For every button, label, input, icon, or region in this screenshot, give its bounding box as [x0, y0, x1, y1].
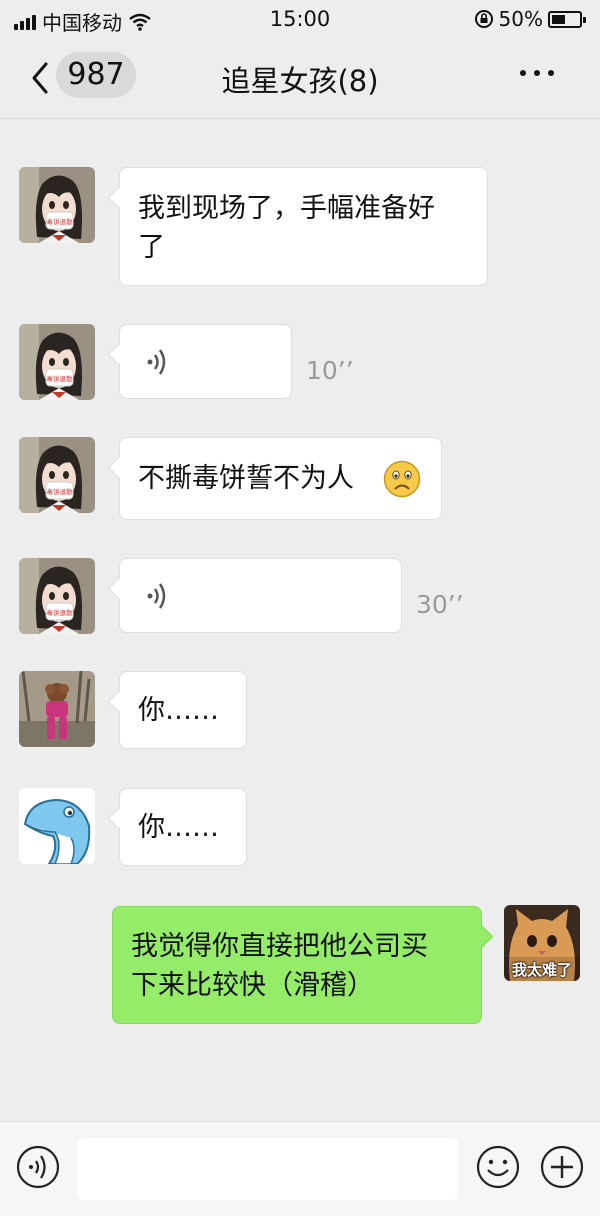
message-bubble-5[interactable]: 你…… [119, 671, 247, 749]
avatar-anime-girl[interactable]: 毒饼退散 [19, 167, 95, 243]
voice-wave-icon [147, 583, 166, 609]
avatar-caption: 我太难了 [511, 961, 572, 979]
message-text: 不撕毒饼誓不为人 [138, 463, 354, 494]
avatar-anime-girl[interactable]: 毒饼退散 [19, 437, 95, 513]
rotation-lock-icon [474, 10, 493, 28]
mask-text: 毒饼退散 [47, 217, 74, 226]
mask-text: 毒饼退散 [47, 608, 74, 617]
message-bubble-1[interactable]: 我到现场了，手幅准备好 了 [119, 167, 488, 286]
message-text-line: 我到现场了，手幅准备好 [138, 193, 435, 224]
voice-wave-icon [147, 349, 166, 375]
avatar-anime-girl[interactable]: 毒饼退散 [19, 324, 95, 400]
voice-bubble-1[interactable] [119, 324, 292, 399]
poodle-avatar-image [19, 671, 95, 747]
message-bubble-6[interactable]: 你…… [119, 788, 247, 866]
voice-duration: 30’’ [416, 590, 464, 619]
avatar-poodle[interactable] [19, 671, 95, 747]
frown-emoji-icon [383, 460, 421, 498]
message-text: 你…… [138, 695, 219, 726]
voice-bubble-2[interactable] [119, 558, 402, 633]
status-right: 50% [474, 7, 586, 31]
dolphin-avatar-image [19, 788, 95, 864]
message-bubble-self[interactable]: 我觉得你直接把他公司买 下来比较快（滑稽） [112, 906, 482, 1024]
message-text-line: 下来比较快（滑稽） [131, 970, 374, 1001]
status-bar: 中国移动 15:00 50% [0, 0, 600, 40]
avatar-self-cat[interactable]: 我太难了 [504, 905, 580, 981]
battery-icon [548, 10, 586, 28]
voice-duration: 10’’ [306, 356, 354, 385]
battery-percent: 50% [498, 7, 543, 31]
message-bubble-3[interactable]: 不撕毒饼誓不为人 [119, 437, 442, 520]
message-text-line: 了 [138, 232, 165, 263]
plus-icon[interactable] [540, 1145, 584, 1189]
mask-text: 毒饼退散 [47, 374, 74, 383]
emoji-icon[interactable] [476, 1145, 520, 1189]
message-input[interactable] [77, 1138, 458, 1200]
input-bar [0, 1121, 600, 1216]
chat-header: 987 追星女孩(8) [0, 40, 600, 119]
avatar-dolphin[interactable] [19, 788, 95, 864]
message-text-line: 我觉得你直接把他公司买 [131, 931, 428, 962]
anime-girl-avatar-image: 毒饼退散 [19, 324, 95, 400]
mask-text: 毒饼退散 [47, 487, 74, 496]
chat-title: 追星女孩(8) [221, 64, 379, 98]
more-dots-icon[interactable] [518, 62, 558, 82]
anime-girl-avatar-image: 毒饼退散 [19, 437, 95, 513]
voice-toggle-icon[interactable] [16, 1145, 60, 1189]
anime-girl-avatar-image: 毒饼退散 [19, 558, 95, 634]
anime-girl-avatar-image: 毒饼退散 [19, 167, 95, 243]
message-text: 你…… [138, 812, 219, 843]
avatar-anime-girl[interactable]: 毒饼退散 [19, 558, 95, 634]
